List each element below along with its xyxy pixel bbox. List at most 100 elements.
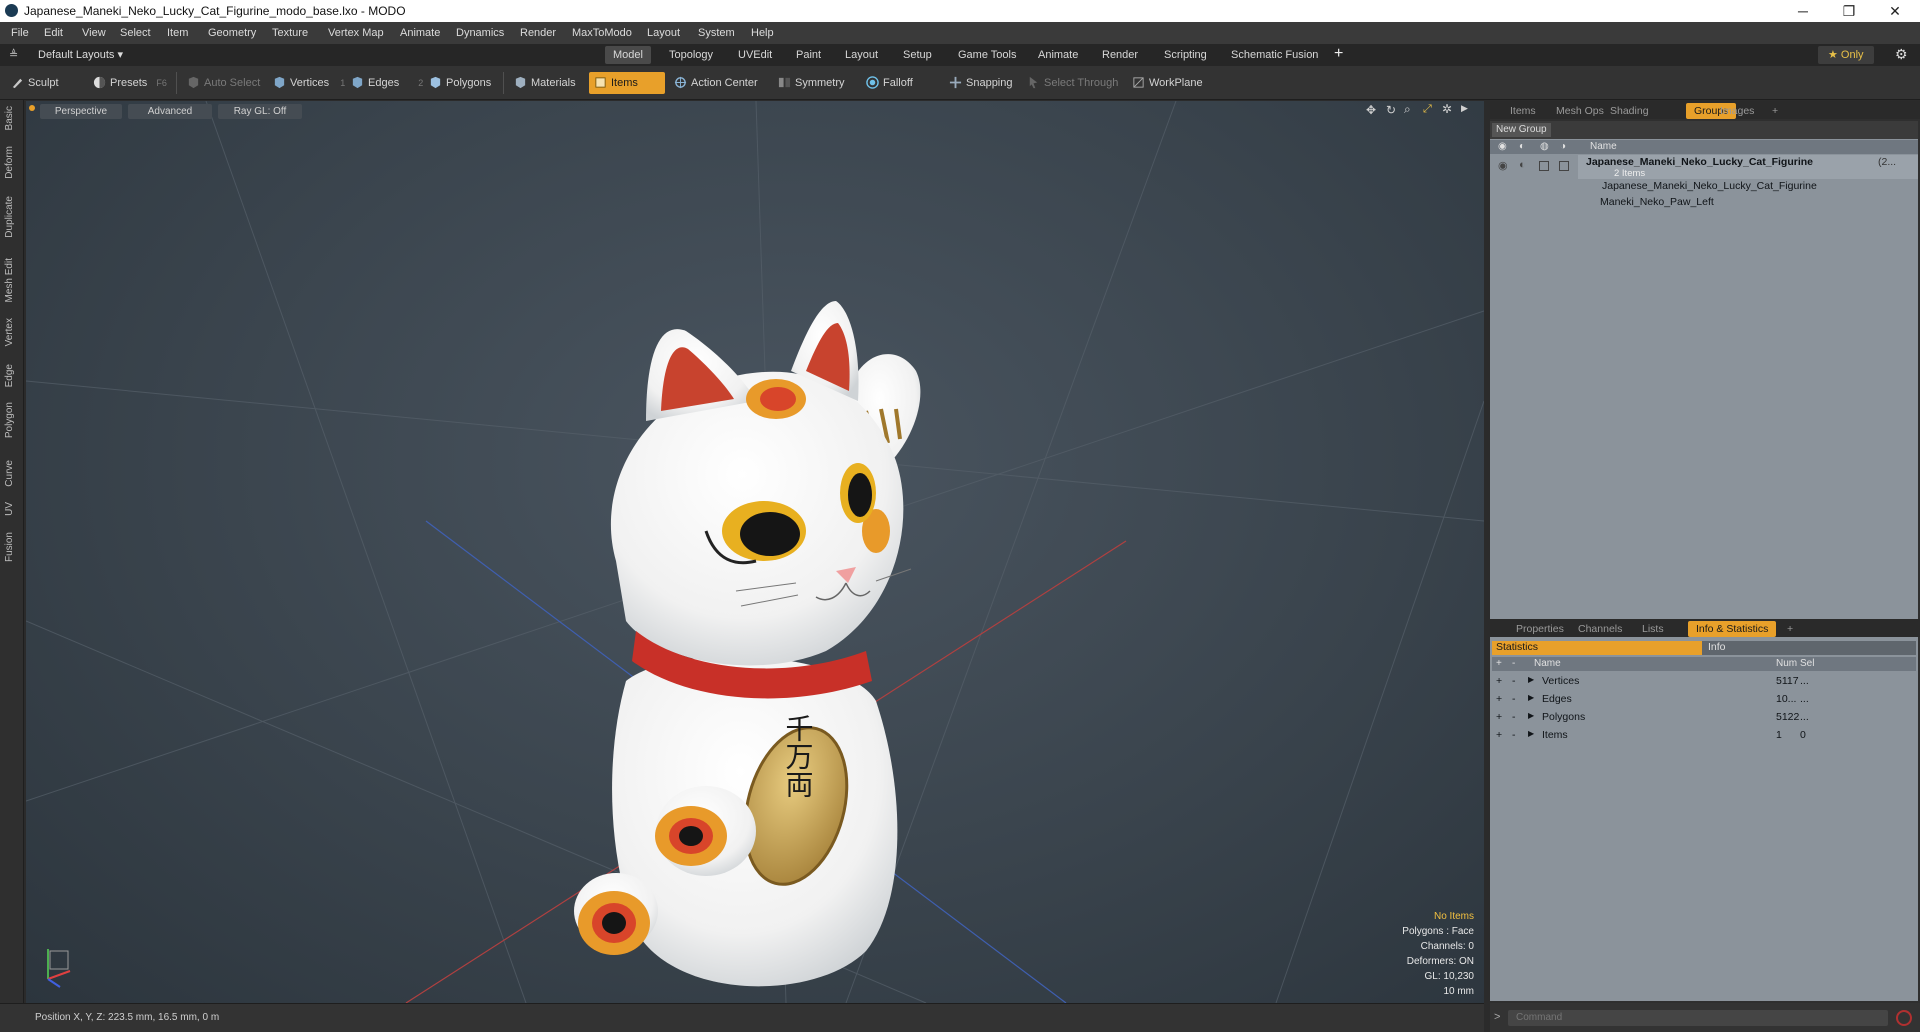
collapse-icon[interactable]: - [1512, 693, 1516, 705]
expand-all-icon[interactable]: + [1496, 658, 1502, 669]
menu-layout[interactable]: Layout [647, 27, 680, 39]
new-group-button[interactable]: New Group [1492, 123, 1551, 137]
collapse-icon[interactable]: - [1512, 711, 1516, 723]
snapping-button[interactable]: Snapping [944, 72, 1019, 94]
viewport-menu-dot[interactable] [29, 105, 35, 111]
collapse-all-icon[interactable]: - [1512, 658, 1515, 669]
tab-layout[interactable]: Layout [837, 46, 886, 64]
sculpt-button[interactable]: Sculpt [6, 72, 65, 94]
collapse-icon[interactable]: - [1512, 729, 1516, 741]
tab-shading[interactable]: Shading [1602, 103, 1657, 119]
tab-render[interactable]: Render [1094, 46, 1146, 64]
expand-icon[interactable]: + [1496, 711, 1502, 723]
add-tab-button[interactable]: + [1334, 45, 1343, 63]
menu-geometry[interactable]: Geometry [208, 27, 256, 39]
menu-texture[interactable]: Texture [272, 27, 308, 39]
expand-icon[interactable]: + [1496, 675, 1502, 687]
command-input[interactable] [1508, 1010, 1888, 1026]
list-item[interactable]: Maneki_Neko_Paw_Left [1578, 195, 1918, 211]
gear-icon[interactable]: ⚙ [1895, 46, 1908, 63]
table-row[interactable]: + - ▶ Edges 10... ... [1492, 691, 1916, 709]
collapse-icon[interactable]: - [1512, 675, 1516, 687]
add-tab-button[interactable]: + [1764, 103, 1786, 119]
maximize-button[interactable]: ❐ [1826, 0, 1872, 22]
tab-scripting[interactable]: Scripting [1156, 46, 1215, 64]
tab-images[interactable]: Images [1712, 103, 1762, 119]
record-icon[interactable] [1896, 1010, 1912, 1026]
menu-dynamics[interactable]: Dynamics [456, 27, 504, 39]
info-subtab[interactable]: Info [1702, 641, 1916, 655]
tab-paint[interactable]: Paint [788, 46, 829, 64]
rotate-icon[interactable]: ↻ [1386, 103, 1396, 117]
tab-mesh-edit[interactable]: Mesh Edit [4, 258, 15, 302]
select-checkbox[interactable] [1559, 161, 1569, 171]
tab-vertex[interactable]: Vertex [4, 318, 15, 346]
table-row[interactable]: + - ▶ Vertices 5117 ... [1492, 673, 1916, 691]
polygons-button[interactable]: Polygons [424, 72, 497, 94]
workplane-button[interactable]: WorkPlane [1127, 72, 1209, 94]
falloff-button[interactable]: Falloff [861, 72, 919, 94]
list-item[interactable]: Japanese_Maneki_Neko_Lucky_Cat_Figurine [1578, 179, 1918, 195]
menu-system[interactable]: System [698, 27, 735, 39]
tab-uvedit[interactable]: UVEdit [730, 46, 780, 64]
disclosure-triangle-icon[interactable]: ▶ [1528, 675, 1534, 684]
tab-edge[interactable]: Edge [4, 364, 15, 387]
add-tab-button[interactable]: + [1779, 621, 1801, 637]
statistics-subtab[interactable]: Statistics [1492, 641, 1702, 655]
visibility-toggle-icon[interactable]: ◉ [1498, 159, 1508, 172]
materials-button[interactable]: Materials [509, 72, 582, 94]
disclosure-triangle-icon[interactable]: ▶ [1528, 693, 1534, 702]
tab-duplicate[interactable]: Duplicate [4, 196, 15, 238]
tab-curve[interactable]: Curve [4, 460, 15, 487]
menu-vertex-map[interactable]: Vertex Map [328, 27, 384, 39]
menu-animate[interactable]: Animate [400, 27, 440, 39]
menu-maxtomodo[interactable]: MaxToModo [572, 27, 632, 39]
tab-topology[interactable]: Topology [661, 46, 721, 64]
tab-setup[interactable]: Setup [895, 46, 940, 64]
tab-items[interactable]: Items [1502, 103, 1544, 119]
3d-viewport[interactable]: Perspective Advanced Ray GL: Off ✥ ↻ ⌕ ⤢… [26, 101, 1484, 1003]
menu-view[interactable]: View [82, 27, 106, 39]
perspective-dropdown[interactable]: Perspective [40, 104, 122, 119]
tab-polygon[interactable]: Polygon [4, 402, 15, 438]
menu-help[interactable]: Help [751, 27, 774, 39]
menu-edit[interactable]: Edit [44, 27, 63, 39]
tab-fusion[interactable]: Fusion [4, 532, 15, 562]
edges-button[interactable]: Edges 2 [346, 72, 429, 94]
close-button[interactable]: ✕ [1872, 0, 1918, 22]
pan-icon[interactable]: ✥ [1366, 103, 1376, 117]
tab-info-statistics[interactable]: Info & Statistics [1688, 621, 1777, 637]
items-button[interactable]: Items [589, 72, 665, 94]
zoom-icon[interactable]: ⌕ [1404, 102, 1411, 117]
default-layouts-dropdown[interactable]: Default Layouts ▾ [38, 48, 123, 61]
tab-schematic-fusion[interactable]: Schematic Fusion [1223, 46, 1326, 64]
auto-select-button[interactable]: Auto Select [182, 72, 266, 94]
table-row[interactable]: + - ▶ Items 1 0 [1492, 727, 1916, 745]
vertices-button[interactable]: Vertices 1 [268, 72, 351, 94]
menu-render[interactable]: Render [520, 27, 556, 39]
lock-toggle-icon[interactable]: ◐ [1519, 159, 1526, 171]
disclosure-triangle-icon[interactable]: ▶ [1528, 711, 1534, 720]
select-through-button[interactable]: Select Through [1022, 72, 1124, 94]
tab-channels[interactable]: Channels [1570, 621, 1630, 637]
presets-button[interactable]: Presets F6 [88, 72, 173, 94]
advanced-dropdown[interactable]: Advanced [128, 104, 212, 119]
raygl-dropdown[interactable]: Ray GL: Off [218, 104, 302, 119]
menu-select[interactable]: Select [120, 27, 151, 39]
tab-lists[interactable]: Lists [1634, 621, 1672, 637]
minimize-button[interactable]: ─ [1780, 0, 1826, 22]
tab-uv[interactable]: UV [4, 502, 15, 516]
tab-animate[interactable]: Animate [1030, 46, 1086, 64]
table-row[interactable]: + - ▶ Polygons 5122 ... [1492, 709, 1916, 727]
expand-icon[interactable]: + [1496, 729, 1502, 741]
disclosure-triangle-icon[interactable]: ▶ [1528, 729, 1534, 738]
expand-icon[interactable]: + [1496, 693, 1502, 705]
tab-model[interactable]: Model [605, 46, 651, 64]
maneki-neko-model[interactable]: 千万両 [566, 231, 986, 1003]
menu-item[interactable]: Item [167, 27, 188, 39]
tab-properties[interactable]: Properties [1508, 621, 1572, 637]
tab-game-tools[interactable]: Game Tools [950, 46, 1025, 64]
render-checkbox[interactable] [1539, 161, 1549, 171]
settings-icon[interactable]: ✲ [1442, 102, 1452, 116]
layout-menu-icon[interactable]: ≜ [9, 48, 18, 61]
